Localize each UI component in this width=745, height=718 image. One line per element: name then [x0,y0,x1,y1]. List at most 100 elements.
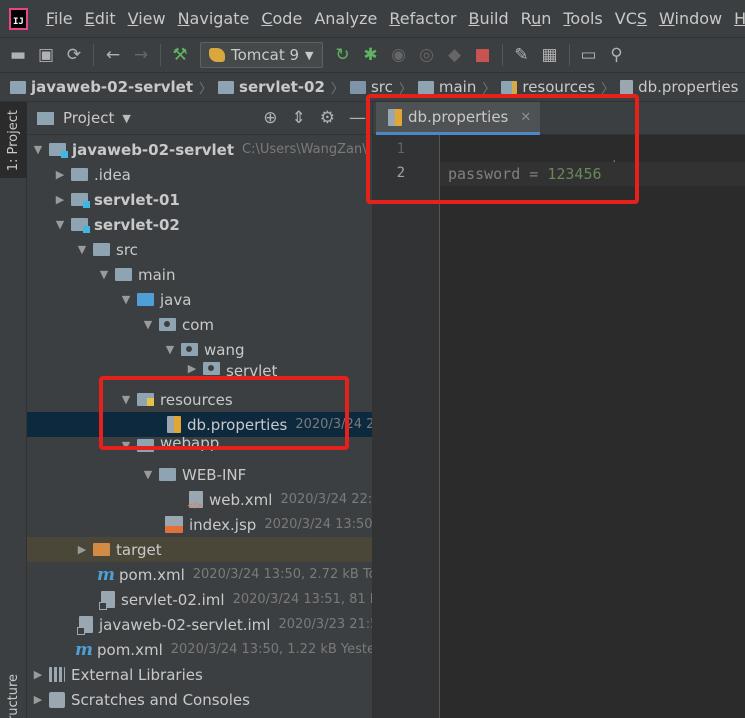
collapsed-arrow-icon[interactable]: ▶ [75,543,89,556]
expanded-arrow-icon[interactable]: ▼ [119,293,133,306]
forward-arrow-icon[interactable]: → [127,41,155,69]
source-folder-icon [137,293,154,306]
code-line-2[interactable]: password = 123456 [440,162,745,186]
back-arrow-icon[interactable]: ← [99,41,127,69]
menu-edit[interactable]: Edit [79,9,122,28]
build-hammer-icon[interactable]: ⚒ [166,41,194,69]
search-icon[interactable]: ⚲ [603,41,631,69]
chevron-down-icon[interactable]: ▼ [122,112,130,125]
web-folder-icon [137,439,154,452]
toolbar-separator [501,44,503,66]
locate-target-icon[interactable]: ⊕ [263,108,277,128]
open-folder-icon[interactable]: ▬ [4,41,32,69]
tree-item-servlet-02-iml[interactable]: servlet-02.iml 2020/3/24 13:51, 81 B [27,587,372,612]
tree-item-wang[interactable]: ▼ wang [27,337,372,362]
settings-wrench-icon[interactable]: ✎ [508,41,536,69]
expanded-arrow-icon[interactable]: ▼ [141,318,155,331]
menu-refactor[interactable]: Refactor [383,9,462,28]
collapsed-arrow-icon[interactable]: ▶ [53,168,67,181]
tree-item-scratches[interactable]: ▶ Scratches and Consoles [27,687,372,712]
folder-icon [115,268,132,281]
menu-navigate[interactable]: Navigate [172,9,256,28]
structure-tool-tab[interactable]: ructure [6,674,21,718]
sync-icon[interactable]: ⟳ [60,41,88,69]
tomcat-icon [209,48,225,62]
expanded-arrow-icon[interactable]: ▼ [119,393,133,406]
minimize-icon[interactable]: — [349,108,366,128]
line-number: 2 [396,165,405,181]
stop-icon[interactable]: ■ [469,41,497,69]
tree-item-pom-root[interactable]: m pom.xml 2020/3/24 13:50, 1.22 kB Yeste… [27,637,372,662]
tree-item-index-jsp[interactable]: index.jsp 2020/3/24 13:50, [27,512,372,537]
tree-item-resources[interactable]: ▼ resources [27,387,372,412]
tree-item-java[interactable]: ▼ java [27,287,372,312]
tree-item-servlet-package[interactable]: ▶ servlet [27,362,372,377]
save-all-icon[interactable]: ▣ [32,41,60,69]
collapsed-arrow-icon[interactable]: ▶ [31,668,45,681]
tree-item-servlet-01[interactable]: ▶ servlet-01 [27,187,372,212]
expanded-arrow-icon[interactable]: ▼ [97,268,111,281]
collapsed-arrow-icon[interactable]: ▶ [53,193,67,206]
breadcrumb-src[interactable]: src [349,78,393,96]
project-structure-icon[interactable]: ▦ [536,41,564,69]
gear-icon[interactable]: ⚙ [320,108,335,128]
menu-tools[interactable]: Tools [557,9,608,28]
debug-bug-icon[interactable]: ✱ [357,41,385,69]
menu-code[interactable]: Code [255,9,308,28]
menu-window[interactable]: Window [653,9,728,28]
menu-mnemonic: E [84,9,95,28]
tree-item-db-properties[interactable]: db.properties 2020/3/24 2 [27,412,372,437]
breadcrumb-resources[interactable]: resources [501,78,595,96]
expanded-arrow-icon[interactable]: ▼ [163,343,177,356]
tree-item-webapp[interactable]: ▼ webapp [27,437,372,452]
menu-analyze[interactable]: Analyze [308,9,383,28]
collapse-all-icon[interactable]: ⇕ [292,108,306,128]
expanded-arrow-icon[interactable]: ▼ [75,243,89,256]
expanded-arrow-icon[interactable]: ▼ [53,218,67,231]
breadcrumb-module[interactable]: servlet-02 [218,78,325,96]
menu-help[interactable]: H [728,9,745,28]
expanded-arrow-icon[interactable]: ▼ [119,439,133,452]
tree-item-com[interactable]: ▼ com [27,312,372,337]
run-coverage-icon[interactable]: ◉ [385,41,413,69]
expanded-arrow-icon[interactable]: ▼ [141,468,155,481]
attach-debugger-icon[interactable]: ◆ [441,41,469,69]
run-configuration-select[interactable]: Tomcat 9 ▼ [200,42,323,68]
package-icon [203,362,220,375]
tree-item-main[interactable]: ▼ main [27,262,372,287]
collapsed-arrow-icon[interactable]: ▶ [31,693,45,706]
toolbar-separator [160,44,161,66]
collapsed-arrow-icon[interactable]: ▶ [185,362,199,375]
breadcrumb-separator-icon: 〉 [482,81,496,97]
project-tool-tab[interactable]: 1: Project [0,102,27,178]
menu-build[interactable]: Build [462,9,514,28]
module-folder-icon [218,80,235,94]
breadcrumb-main[interactable]: main [417,78,476,96]
editor-tab-db-properties[interactable]: db.properties ✕ [376,102,540,135]
tree-item-web-inf[interactable]: ▼ WEB-INF [27,462,372,487]
terminal-window-icon[interactable]: ▭ [575,41,603,69]
breadcrumb-separator-icon: 〉 [601,81,615,97]
tree-item-project-root[interactable]: ▼ javaweb-02-servlet C:\Users\WangZan\ [27,137,372,162]
profile-icon[interactable]: ◎ [413,41,441,69]
tree-item-root-iml[interactable]: javaweb-02-servlet.iml 2020/3/23 21:5 [27,612,372,637]
project-panel-title[interactable]: Project [63,109,114,127]
rerun-icon[interactable]: ↻ [329,41,357,69]
property-value: 123456 [547,165,602,183]
menu-view[interactable]: View [122,9,172,28]
tree-item-idea[interactable]: ▶ .idea [27,162,372,187]
breadcrumb-project[interactable]: javaweb-02-servlet [10,78,193,96]
tree-item-target[interactable]: ▶ target [27,537,372,562]
breadcrumb-file[interactable]: db.properties [620,78,738,96]
code-editor[interactable]: 1 2 username = root password = 123456 [373,135,745,718]
tree-item-src[interactable]: ▼ src [27,237,372,262]
expanded-arrow-icon[interactable]: ▼ [31,143,45,156]
tree-item-external-libraries[interactable]: ▶ External Libraries [27,662,372,687]
tree-item-servlet-02[interactable]: ▼ servlet-02 [27,212,372,237]
menu-file[interactable]: File [40,9,79,28]
menu-vcs[interactable]: VCS [609,9,653,28]
tree-item-pom-module[interactable]: m pom.xml 2020/3/24 13:50, 2.72 kB To [27,562,372,587]
close-icon[interactable]: ✕ [520,110,531,125]
tree-item-web-xml[interactable]: web.xml 2020/3/24 22: [27,487,372,512]
menu-run[interactable]: Run [515,9,558,28]
